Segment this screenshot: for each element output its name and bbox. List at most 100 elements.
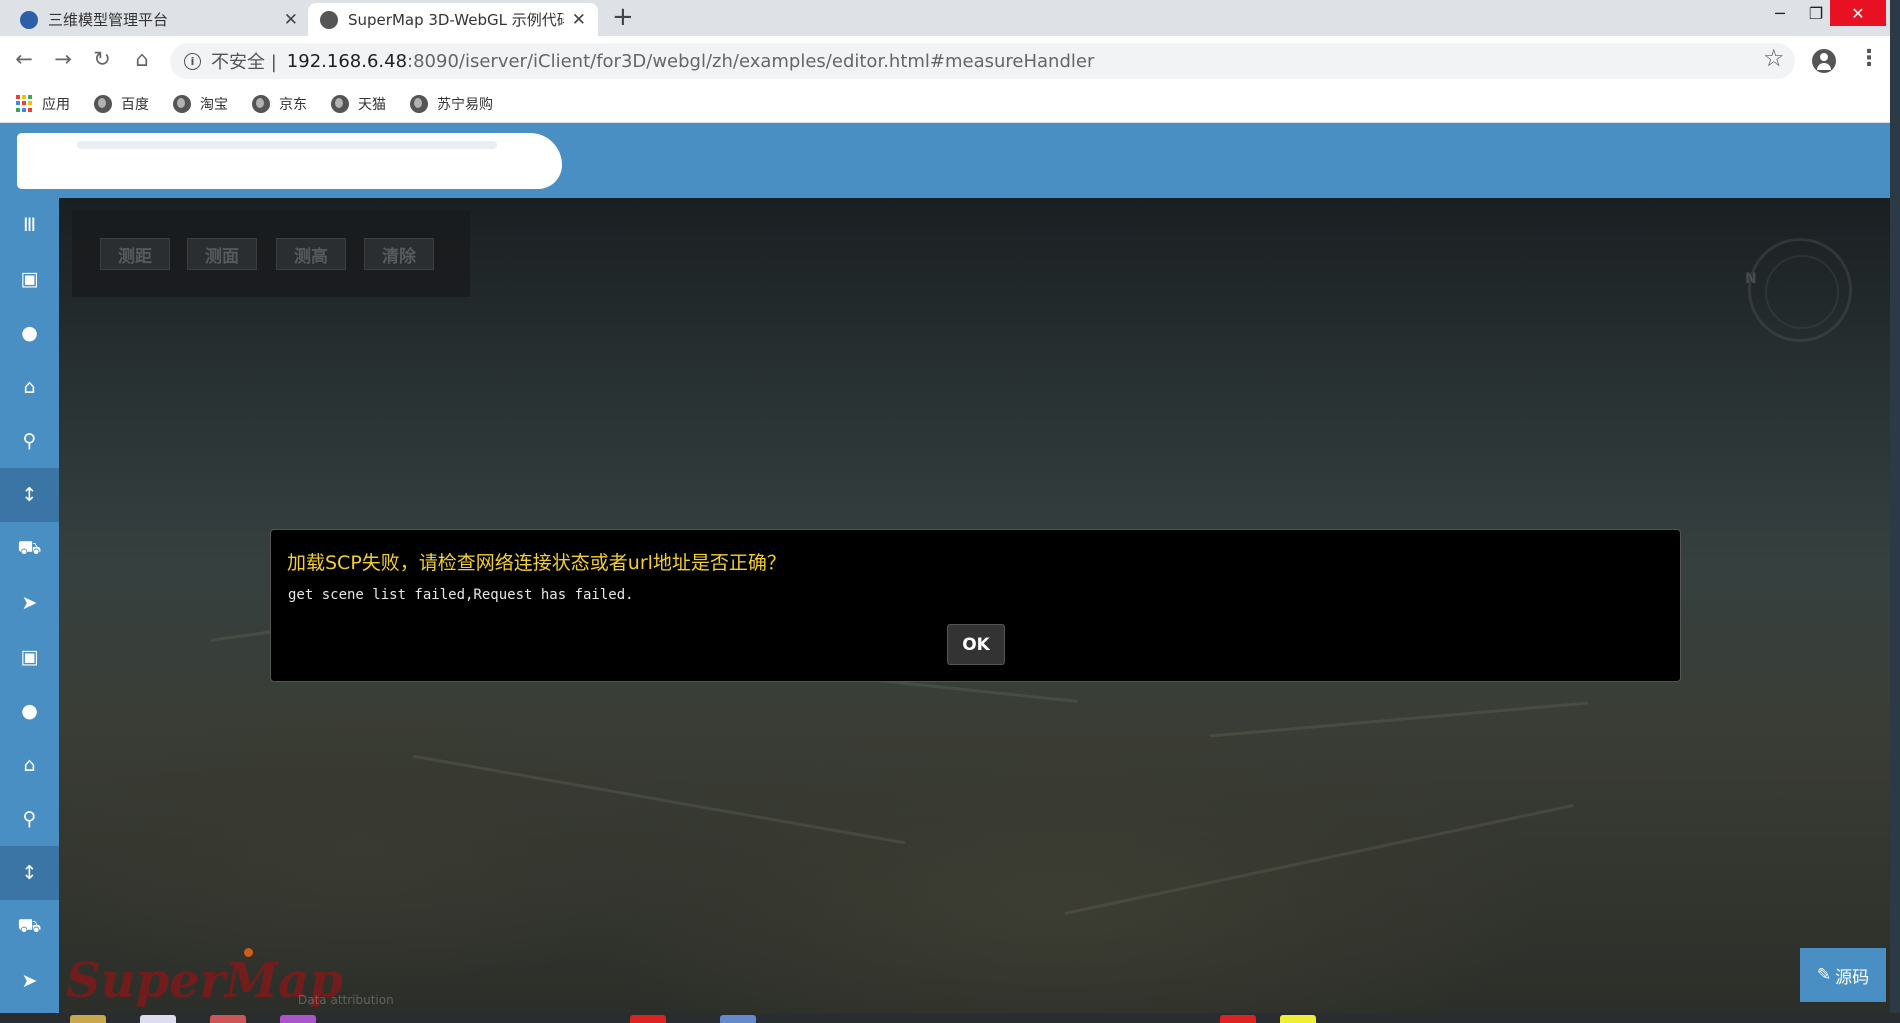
new-tab-button[interactable]: + — [612, 2, 634, 32]
car-icon: ⛟ — [17, 914, 42, 937]
data-attribution-link[interactable]: Data attribution — [298, 993, 394, 1007]
tab-close-icon[interactable]: ✕ — [572, 10, 586, 30]
sidebar-item-search[interactable]: ⚲ — [0, 792, 59, 846]
bookmark-label: 百度 — [121, 96, 149, 113]
terrain-ridge — [412, 754, 906, 845]
sidebar-item-search[interactable]: ⚲ — [0, 414, 59, 468]
compass-north-label: N — [1745, 271, 1757, 287]
error-dialog: 加载SCP失败，请检查网络连接状态或者url地址是否正确？ get scene … — [270, 529, 1681, 682]
sidebar-item-image[interactable]: ▣ — [0, 252, 59, 306]
bookmark-label: 应用 — [42, 96, 70, 113]
compass-widget[interactable]: N — [1745, 238, 1852, 342]
measure-distance-button[interactable]: 测距 — [100, 238, 170, 270]
search-icon: ⚲ — [22, 430, 37, 452]
bookmark-tmall[interactable]: 天猫 — [331, 94, 386, 114]
url-path: :8090/iserver/iClient/for3D/webgl/zh/exa… — [407, 50, 1095, 72]
sidebar-item-menu[interactable]: Ⅲ — [0, 198, 59, 252]
clear-button[interactable]: 清除 — [364, 238, 434, 270]
bookmark-jd[interactable]: 京东 — [252, 94, 307, 114]
sidebar-item-car[interactable]: ⛟ — [0, 900, 59, 954]
window-right-edge — [1890, 0, 1900, 1013]
address-toolbar: ← → ↻ ⌂ i 不安全 | 192.168.6.48 :8090/iserv… — [0, 36, 1890, 85]
bookmark-suning[interactable]: 苏宁易购 — [410, 94, 493, 114]
pin-icon: ✎ — [1816, 965, 1832, 985]
apps-grid-icon — [16, 95, 33, 112]
sidebar-item-plane[interactable]: ➤ — [0, 576, 59, 630]
bookmark-baidu[interactable]: 百度 — [94, 94, 149, 114]
dialog-message: get scene list failed,Request has failed… — [288, 587, 634, 603]
bars-icon: Ⅲ — [22, 214, 37, 236]
home-icon[interactable]: ⌂ — [128, 47, 156, 71]
bank-icon: ⌂ — [23, 376, 36, 398]
reload-icon[interactable]: ↻ — [88, 47, 116, 71]
dialog-title: 加载SCP失败，请检查网络连接状态或者url地址是否正确？ — [287, 552, 786, 574]
paper-plane-icon: ➤ — [21, 592, 38, 614]
image-icon: ▣ — [20, 646, 39, 668]
bookmark-label: 京东 — [279, 96, 307, 113]
globe-icon: ● — [21, 322, 38, 344]
taskbar-app-icon[interactable] — [720, 1015, 756, 1023]
tab-supermap-webgl[interactable]: SuperMap 3D-WebGL 示例代码 ✕ — [308, 3, 598, 36]
measure-area-button[interactable]: 测面 — [187, 238, 257, 270]
sidebar-item-bank[interactable]: ⌂ — [0, 360, 59, 414]
bookmark-star-icon[interactable]: ☆ — [1763, 44, 1785, 72]
bookmarks-bar: 应用 百度 淘宝 京东 天猫 苏宁易购 — [0, 85, 1890, 123]
redacted-logo — [17, 133, 562, 189]
sidebar-item-bank[interactable]: ⌂ — [0, 738, 59, 792]
app-header — [0, 123, 1890, 198]
bank-icon: ⌂ — [23, 754, 36, 776]
source-code-button[interactable]: ✎ 源码 — [1800, 948, 1886, 1002]
sidebar-item-plane[interactable]: ➤ — [0, 954, 59, 1008]
sidebar-item-image[interactable]: ▣ — [0, 630, 59, 684]
measure-toolbar: 测距 测面 测高 清除 — [72, 211, 470, 297]
insecure-label: 不安全 | — [211, 52, 277, 73]
globe-favicon-icon — [320, 10, 338, 29]
close-window-button[interactable]: ✕ — [1830, 0, 1886, 26]
back-icon[interactable]: ← — [10, 47, 38, 71]
vertical-arrows-icon: ↕ — [21, 484, 38, 506]
taskbar-app-icon[interactable] — [1280, 1015, 1316, 1023]
bookmark-label: 淘宝 — [200, 96, 228, 113]
globe-icon — [252, 94, 270, 113]
taskbar-app-icon[interactable] — [630, 1015, 666, 1023]
account-avatar-icon[interactable] — [1812, 49, 1836, 73]
bookmark-label: 天猫 — [358, 96, 386, 113]
bookmark-apps[interactable]: 应用 — [16, 94, 70, 114]
minimize-button[interactable]: ─ — [1760, 0, 1800, 26]
paper-plane-icon: ➤ — [21, 970, 38, 992]
terrain-ridge — [1064, 803, 1574, 916]
url-host: 192.168.6.48 — [286, 50, 408, 72]
sidebar-item-measure[interactable]: ↕ — [0, 846, 59, 900]
sidebar: Ⅲ ▣ ● ⌂ ⚲ ↕ ⛟ ➤ ▣ ● ⌂ ⚲ ↕ ⛟ ➤ — [0, 198, 59, 1013]
taskbar-app-icon[interactable] — [280, 1015, 316, 1023]
taskbar-app-icon[interactable] — [140, 1015, 176, 1023]
tab-close-icon[interactable]: ✕ — [284, 10, 298, 30]
sidebar-item-measure[interactable]: ↕ — [0, 468, 59, 522]
image-icon: ▣ — [20, 268, 39, 290]
browser-menu-icon[interactable]: ⋮ — [1858, 46, 1880, 71]
url-input[interactable]: i 不安全 | 192.168.6.48 :8090/iserver/iClie… — [170, 43, 1795, 79]
sidebar-item-globe[interactable]: ● — [0, 684, 59, 738]
browser-tab-bar: 三维模型管理平台 ✕ SuperMap 3D-WebGL 示例代码 ✕ + ─ … — [0, 0, 1900, 36]
bookmark-label: 苏宁易购 — [437, 96, 493, 113]
site-info-icon[interactable]: i — [184, 52, 201, 70]
tab-title: 三维模型管理平台 — [48, 11, 169, 29]
source-code-label: 源码 — [1835, 967, 1870, 988]
terrain-ridge — [1209, 701, 1589, 738]
tab-model-platform[interactable]: 三维模型管理平台 ✕ — [8, 3, 310, 36]
measure-height-button[interactable]: 测高 — [276, 238, 346, 270]
sidebar-item-car[interactable]: ⛟ — [0, 522, 59, 576]
globe-icon — [94, 94, 112, 113]
globe-icon — [173, 94, 191, 113]
taskbar-app-icon[interactable] — [210, 1015, 246, 1023]
logo-dot — [244, 948, 253, 957]
taskbar-app-icon[interactable] — [70, 1015, 106, 1023]
bookmark-taobao[interactable]: 淘宝 — [173, 94, 228, 114]
tab-title: SuperMap 3D-WebGL 示例代码 — [348, 11, 564, 29]
ok-button[interactable]: OK — [947, 624, 1005, 665]
forward-icon[interactable]: → — [49, 47, 77, 71]
globe-icon — [410, 94, 428, 113]
taskbar-app-icon[interactable] — [1220, 1015, 1256, 1023]
sidebar-item-globe[interactable]: ● — [0, 306, 59, 360]
os-taskbar — [0, 1013, 1900, 1023]
